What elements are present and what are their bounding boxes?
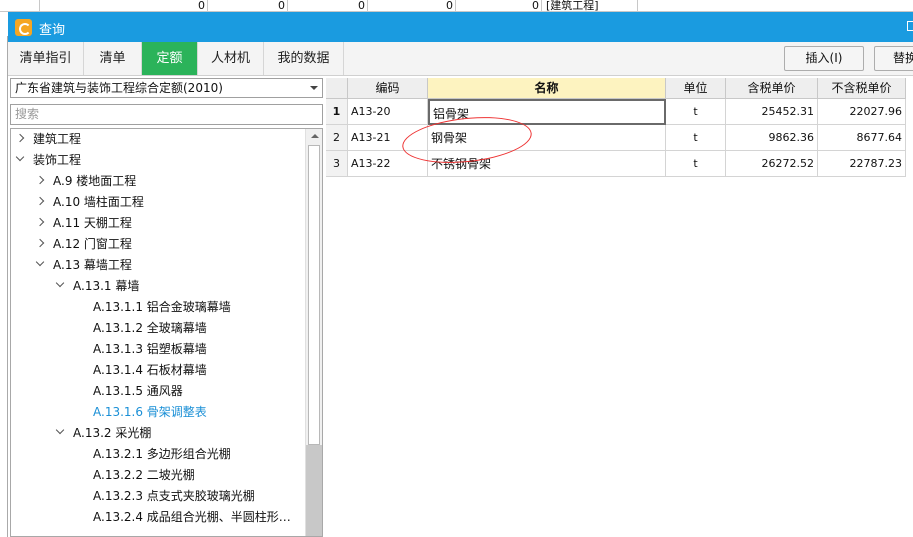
background-sheet-row: 0 0 0 0 0 [建筑工程] <box>0 0 913 12</box>
scrollbar-thumb[interactable] <box>308 145 320 445</box>
tab-quota[interactable]: 定额 <box>142 42 198 75</box>
tree-item-a13-2-4[interactable]: A.13.2.4 成品组合光棚、半圆柱形… <box>93 507 291 527</box>
chevron-down-icon[interactable] <box>55 425 65 435</box>
tree-item-label: A.13.1 幕墙 <box>73 279 140 293</box>
background-cell: [建筑工程] <box>542 0 638 12</box>
tree-item-a10[interactable]: A.10 墙柱面工程 <box>35 192 144 212</box>
query-dialog: 查询 清单指引 清单 定额 人材机 我的数据 插入(I) 替换 广东省建筑与装饰… <box>8 12 913 537</box>
dialog-titlebar[interactable]: 查询 <box>8 12 913 42</box>
search-input[interactable]: 搜索 <box>10 104 323 125</box>
cell-unit[interactable]: t <box>666 125 726 151</box>
tree-item-label: 装饰工程 <box>33 153 82 167</box>
quota-grid: 编码 名称 单位 含税单价 不含税单价 1 A13-20 铝骨架 t 25452… <box>326 78 913 537</box>
tree-item-a13-1-6[interactable]: A.13.1.6 骨架调整表 <box>93 402 207 422</box>
tree-item-a13-2-1[interactable]: A.13.2.1 多边形组合光棚 <box>93 444 231 464</box>
column-header-price-without-tax[interactable]: 不含税单价 <box>818 78 906 99</box>
quota-library-select[interactable]: 广东省建筑与装饰工程综合定额(2010) <box>10 78 323 98</box>
tree-item-label: A.13.2 采光棚 <box>73 426 152 440</box>
cell-price-with-tax[interactable]: 26272.52 <box>726 151 818 177</box>
row-number[interactable]: 1 <box>326 99 348 125</box>
chevron-right-icon[interactable] <box>35 175 45 185</box>
cell-price-with-tax[interactable]: 9862.36 <box>726 125 818 151</box>
app-logo-icon <box>15 19 32 36</box>
tree-item-a13-1-5[interactable]: A.13.1.5 通风器 <box>93 381 183 401</box>
tree-item-label: A.13 幕墙工程 <box>53 258 132 272</box>
quota-library-value: 广东省建筑与装饰工程综合定额(2010) <box>15 81 223 95</box>
quota-tree: 建筑工程 装饰工程 A.9 楼地面工程 A.10 墙柱面工程 A.11 天棚工程… <box>10 128 323 537</box>
tree-item-building[interactable]: 建筑工程 <box>15 129 81 149</box>
tree-item-a12[interactable]: A.12 门窗工程 <box>35 234 132 254</box>
tab-bar: 清单指引 清单 定额 人材机 我的数据 插入(I) 替换 <box>8 42 913 76</box>
insert-button[interactable]: 插入(I) <box>784 46 864 71</box>
background-cell: 0 <box>368 0 456 12</box>
cell-price-without-tax[interactable]: 22027.96 <box>818 99 906 125</box>
column-header-name[interactable]: 名称 <box>428 78 666 99</box>
tree-item-label: 建筑工程 <box>33 132 82 146</box>
grid-corner-header <box>326 78 348 99</box>
tab-my-data[interactable]: 我的数据 <box>264 42 344 75</box>
tab-bill-guide[interactable]: 清单指引 <box>8 42 84 75</box>
chevron-down-icon <box>310 86 318 90</box>
chevron-down-icon[interactable] <box>35 257 45 267</box>
cell-code[interactable]: A13-21 <box>348 125 428 151</box>
tree-item-label: A.9 楼地面工程 <box>53 174 137 188</box>
cell-name[interactable]: 钢骨架 <box>428 125 666 151</box>
tree-item-a13-2[interactable]: A.13.2 采光棚 <box>55 423 151 443</box>
background-cell: 0 <box>208 0 288 12</box>
tree-item-a13-2-3[interactable]: A.13.2.3 点支式夹胶玻璃光棚 <box>93 486 255 506</box>
tab-bill[interactable]: 清单 <box>84 42 142 75</box>
column-header-code[interactable]: 编码 <box>348 78 428 99</box>
tree-item-label: A.10 墙柱面工程 <box>53 195 144 209</box>
background-cell: 0 <box>288 0 368 12</box>
tree-item-a13-2-2[interactable]: A.13.2.2 二坡光棚 <box>93 465 195 485</box>
cell-unit[interactable]: t <box>666 151 726 177</box>
cell-code[interactable]: A13-20 <box>348 99 428 125</box>
chevron-right-icon[interactable] <box>35 238 45 248</box>
scroll-up-arrow-icon[interactable] <box>311 134 319 138</box>
tree-item-decoration[interactable]: 装饰工程 <box>15 150 81 170</box>
cell-price-with-tax[interactable]: 25452.31 <box>726 99 818 125</box>
cell-name[interactable]: 铝骨架 <box>428 99 666 125</box>
tree-item-a13-1-2[interactable]: A.13.1.2 全玻璃幕墙 <box>93 318 207 338</box>
tree-item-a13[interactable]: A.13 幕墙工程 <box>35 255 132 275</box>
tree-scrollbar[interactable] <box>305 129 322 536</box>
tree-item-a13-1-4[interactable]: A.13.1.4 石板材幕墙 <box>93 360 207 380</box>
cell-name[interactable]: 不锈钢骨架 <box>428 151 666 177</box>
chevron-down-icon[interactable] <box>15 152 25 162</box>
background-cell: 0 <box>456 0 542 12</box>
cell-code[interactable]: A13-22 <box>348 151 428 177</box>
chevron-right-icon[interactable] <box>35 217 45 227</box>
row-number[interactable]: 3 <box>326 151 348 177</box>
chevron-down-icon[interactable] <box>55 278 65 288</box>
restore-window-icon[interactable] <box>907 21 913 31</box>
scrollbar-track[interactable] <box>306 445 322 536</box>
tree-item-a9[interactable]: A.9 楼地面工程 <box>35 171 136 191</box>
cell-price-without-tax[interactable]: 8677.64 <box>818 125 906 151</box>
row-number[interactable]: 2 <box>326 125 348 151</box>
column-header-unit[interactable]: 单位 <box>666 78 726 99</box>
chevron-right-icon[interactable] <box>15 133 25 143</box>
tree-item-a11[interactable]: A.11 天棚工程 <box>35 213 132 233</box>
tab-labor-material-machine[interactable]: 人材机 <box>198 42 264 75</box>
replace-button[interactable]: 替换 <box>874 46 913 71</box>
tree-item-label: A.11 天棚工程 <box>53 216 132 230</box>
dialog-title: 查询 <box>39 23 66 38</box>
cell-price-without-tax[interactable]: 22787.23 <box>818 151 906 177</box>
background-cell: 0 <box>40 0 208 12</box>
tree-item-label: A.12 门窗工程 <box>53 237 132 251</box>
background-sheet-column <box>0 36 8 537</box>
chevron-right-icon[interactable] <box>35 196 45 206</box>
tree-item-a13-1-3[interactable]: A.13.1.3 铝塑板幕墙 <box>93 339 207 359</box>
background-cell <box>0 0 40 12</box>
column-header-price-with-tax[interactable]: 含税单价 <box>726 78 818 99</box>
cell-unit[interactable]: t <box>666 99 726 125</box>
tree-item-a13-1-1[interactable]: A.13.1.1 铝合金玻璃幕墙 <box>93 297 231 317</box>
tree-item-a13-1[interactable]: A.13.1 幕墙 <box>55 276 139 296</box>
